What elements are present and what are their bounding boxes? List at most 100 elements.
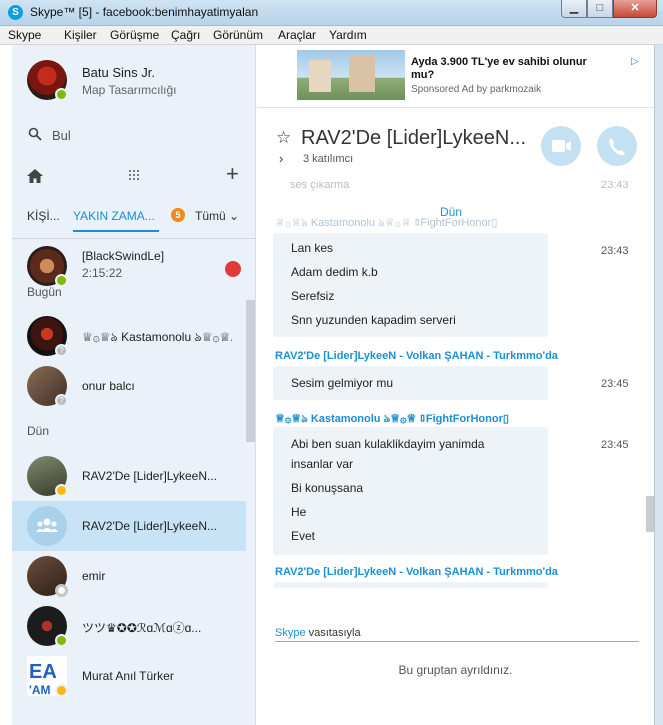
contact-name: ツツ♛✪✪ℛɑℳɑⓩɑ... bbox=[82, 621, 202, 635]
contact-item-selected[interactable]: RAV2'De [Lider]LykeeN... bbox=[12, 501, 246, 551]
message-bubble[interactable]: Abi ben suan kulaklikdayim yanimda insan… bbox=[273, 427, 548, 555]
sender-name[interactable]: RAV2'De [Lider]LykeeN - Volkan ŞAHAN - T… bbox=[275, 566, 558, 578]
phone-icon bbox=[609, 138, 625, 156]
contact-item[interactable]: [BlackSwindLe] 2:15:22 bbox=[12, 241, 246, 291]
contact-name: RAV2'De [Lider]LykeeN... bbox=[82, 519, 218, 533]
menu-help[interactable]: Yardım bbox=[329, 28, 367, 42]
contact-name: ♕۞♕ঌ Kastamonolu ঌ♕۞♕... bbox=[82, 330, 232, 344]
skype-link[interactable]: Skype bbox=[275, 627, 306, 639]
close-button[interactable]: ✕ bbox=[613, 0, 657, 18]
status-away-icon bbox=[55, 684, 68, 697]
contact-name: emir bbox=[82, 569, 106, 583]
participants-count[interactable]: 3 katılımcı bbox=[303, 153, 353, 165]
tab-contacts[interactable]: KİŞİ... bbox=[27, 209, 60, 223]
message-text: Evet bbox=[291, 529, 316, 543]
contact-item[interactable]: EA 'AM Murat Anıl Türker bbox=[12, 651, 246, 701]
tab-recent[interactable]: YAKIN ZAMA... bbox=[73, 209, 155, 223]
message-scrollbar[interactable] bbox=[646, 496, 654, 532]
dialpad-icon[interactable] bbox=[128, 169, 140, 181]
chevron-down-icon: ⌄ bbox=[229, 209, 240, 223]
clipped-message-text: ses çıkarma bbox=[290, 181, 350, 191]
minimize-button[interactable]: ▁ bbox=[561, 0, 587, 18]
status-away-icon bbox=[55, 484, 68, 497]
search-icon bbox=[28, 127, 42, 141]
call-duration: 2:15:22 bbox=[82, 266, 123, 280]
add-contact-icon[interactable]: + bbox=[226, 163, 239, 185]
via-skype-note: Skype vasıtasıyla bbox=[275, 627, 361, 639]
end-call-icon[interactable] bbox=[225, 261, 241, 277]
contact-name: onur balcı bbox=[82, 379, 135, 393]
ad-title: Ayda 3.900 TL'ye ev sahibi olunur mu? bbox=[411, 56, 587, 81]
adchoices-icon[interactable]: ▷ bbox=[631, 56, 639, 67]
contact-name: Murat Anıl Türker bbox=[82, 669, 174, 683]
contact-name: RAV2'De [Lider]LykeeN... bbox=[82, 469, 218, 483]
contact-item[interactable]: ツツ♛✪✪ℛɑℳɑⓩɑ... bbox=[12, 601, 246, 651]
message-text: Abi ben suan kulaklikdayim yanimda bbox=[291, 437, 485, 451]
message-text: Adam dedim k.b bbox=[291, 265, 378, 279]
ad-sponsor: Sponsored Ad by parkmozaik bbox=[411, 84, 542, 95]
timestamp: 23:45 bbox=[601, 439, 629, 451]
message-text: Sesim gelmiyor mu bbox=[291, 376, 394, 390]
message-text: He bbox=[291, 505, 307, 519]
profile-mood[interactable]: Map Tasarımcılığı bbox=[82, 83, 176, 97]
message-bubble[interactable]: Lan kes Adam dedim k.b Serefsiz Snn yuzu… bbox=[273, 233, 548, 337]
message-bubble[interactable] bbox=[273, 582, 548, 588]
group-avatar-icon bbox=[27, 506, 67, 546]
message-text: Bi konuşsana bbox=[291, 481, 364, 495]
window-right-frame bbox=[654, 45, 663, 725]
menu-contacts[interactable]: Kişiler bbox=[64, 28, 97, 42]
contact-item[interactable]: emir bbox=[12, 551, 246, 601]
filter-all-dropdown[interactable]: Tümü ⌄ bbox=[195, 209, 239, 223]
message-text: Lan kes bbox=[291, 241, 334, 255]
contact-name: [BlackSwindLe] bbox=[82, 249, 165, 263]
contact-item[interactable]: ? onur balcı bbox=[12, 361, 246, 411]
window-title: Skype™ [5] - facebook:benimhayatimyalan bbox=[30, 5, 259, 19]
message-list: ses çıkarma 23:43 ♕۞♕ঌ Kastamonolu ঌ♕۞♕ … bbox=[257, 181, 654, 626]
timestamp: 23:45 bbox=[601, 378, 629, 390]
profile-status-icon bbox=[55, 88, 68, 101]
date-separator: Dün bbox=[440, 205, 463, 219]
sidebar-scrollbar[interactable] bbox=[246, 300, 255, 442]
tab-recent-underline bbox=[73, 230, 159, 232]
maximize-button[interactable]: □ bbox=[587, 0, 613, 18]
list-divider bbox=[12, 238, 255, 239]
header-divider bbox=[257, 107, 654, 108]
sponsored-ad[interactable]: Ayda 3.900 TL'ye ev sahibi olunur mu? Sp… bbox=[297, 50, 639, 100]
home-icon[interactable] bbox=[27, 169, 43, 183]
sender-name-faded: ♕۞♕ঌ Kastamonolu ঌ♕۞♕ ▯FightForHonor▯ bbox=[275, 217, 498, 229]
via-text: vasıtasıyla bbox=[305, 627, 361, 639]
timestamp: 23:43 bbox=[601, 245, 629, 257]
menu-bar: Skype Kişiler Görüşme Çağrı Görünüm Araç… bbox=[0, 26, 663, 45]
message-text: insanlar var bbox=[291, 457, 354, 471]
message-text: Serefsiz bbox=[291, 289, 335, 303]
audio-call-button[interactable] bbox=[597, 126, 637, 166]
search-input[interactable]: Bul bbox=[52, 128, 71, 143]
left-group-note: Bu gruptan ayrıldınız. bbox=[398, 663, 513, 677]
chat-pane: Ayda 3.900 TL'ye ev sahibi olunur mu? Sp… bbox=[257, 45, 654, 725]
filter-all-label: Tümü bbox=[195, 209, 226, 223]
contact-item[interactable]: ? ♕۞♕ঌ Kastamonolu ঌ♕۞♕... bbox=[12, 311, 246, 361]
title-bar: S Skype™ [5] - facebook:benimhayatimyala… bbox=[0, 0, 663, 26]
sender-name[interactable]: RAV2'De [Lider]LykeeN - Volkan ŞAHAN - T… bbox=[275, 350, 558, 362]
ad-image bbox=[297, 50, 405, 100]
menu-view[interactable]: Görünüm bbox=[213, 28, 263, 42]
svg-text:'AM: 'AM bbox=[29, 683, 51, 696]
sidebar: Batu Sins Jr. Map Tasarımcılığı Bul + Kİ… bbox=[12, 45, 256, 725]
message-text: Snn yuzunden kapadim serveri bbox=[291, 313, 456, 327]
chevron-right-icon[interactable]: › bbox=[279, 151, 283, 166]
status-unknown-icon: ? bbox=[55, 344, 68, 357]
conversation-title: RAV2'De [Lider]LykeeN... bbox=[301, 127, 527, 149]
video-call-button[interactable] bbox=[541, 126, 581, 166]
favorite-star-icon[interactable]: ☆ bbox=[276, 128, 291, 148]
profile-name[interactable]: Batu Sins Jr. bbox=[82, 65, 155, 80]
video-camera-icon bbox=[552, 140, 571, 152]
menu-skype[interactable]: Skype bbox=[8, 28, 41, 42]
group-header-yesterday: Dün bbox=[27, 424, 50, 438]
message-bubble[interactable]: Sesim gelmiyor mu bbox=[273, 366, 548, 400]
timestamp: 23:43 bbox=[601, 181, 629, 191]
contact-item[interactable]: RAV2'De [Lider]LykeeN... bbox=[12, 451, 246, 501]
menu-call[interactable]: Çağrı bbox=[171, 28, 200, 42]
group-header-today: Bugün bbox=[27, 285, 62, 299]
menu-conversation[interactable]: Görüşme bbox=[110, 28, 159, 42]
menu-tools[interactable]: Araçlar bbox=[278, 28, 316, 42]
